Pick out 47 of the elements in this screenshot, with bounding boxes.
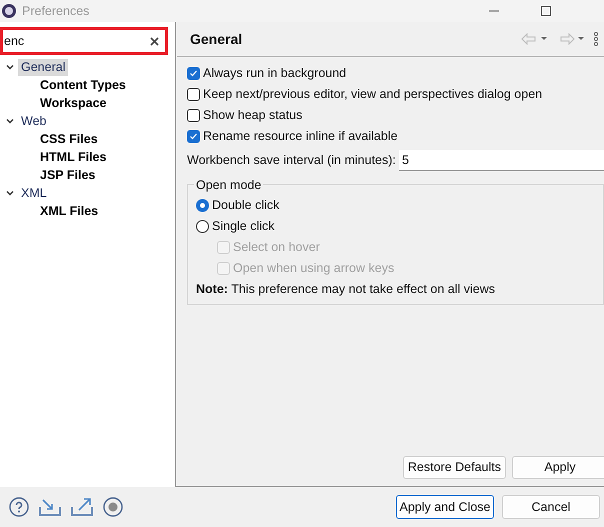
- maximize-icon[interactable]: [540, 5, 552, 17]
- check-icon: [189, 69, 198, 78]
- radio-label: Double click: [212, 197, 280, 214]
- tree-item[interactable]: JSP Files: [37, 166, 98, 184]
- back-icon[interactable]: [521, 33, 547, 45]
- tree-item[interactable]: XML: [18, 184, 50, 202]
- option-label: Open when using arrow keys: [233, 260, 394, 278]
- page-button[interactable]: Apply: [512, 456, 604, 479]
- page-button[interactable]: Restore Defaults: [402, 456, 506, 479]
- more-icon[interactable]: [593, 32, 599, 46]
- chevron-icon[interactable]: [5, 188, 15, 198]
- filter-field[interactable]: enc: [0, 27, 168, 55]
- radio-button[interactable]: [196, 199, 209, 212]
- dialog-button[interactable]: Apply and Close: [396, 495, 494, 519]
- forward-icon[interactable]: [559, 33, 585, 45]
- window-title: Preferences: [22, 2, 90, 20]
- clear-icon[interactable]: [150, 36, 159, 46]
- tree-item[interactable]: CSS Files: [37, 130, 101, 148]
- interval-label: Workbench save interval (in minutes):: [187, 152, 397, 169]
- option-label: Rename resource inline if available: [203, 128, 398, 146]
- interval-field[interactable]: 5: [399, 150, 604, 170]
- chevron-icon[interactable]: [5, 62, 15, 72]
- tree-item[interactable]: HTML Files: [37, 148, 110, 166]
- export-icon[interactable]: [71, 497, 93, 517]
- option-label: Keep next/previous editor, view and perspectives dialog open: [203, 86, 542, 104]
- chevron-icon[interactable]: [5, 116, 15, 126]
- import-icon[interactable]: [39, 497, 61, 517]
- help-icon[interactable]: [9, 497, 29, 517]
- checkbox[interactable]: [187, 88, 200, 101]
- option-label: Show heap status: [203, 107, 302, 124]
- tree-item[interactable]: XML Files: [37, 202, 102, 220]
- tree-item[interactable]: Workspace: [37, 94, 110, 112]
- radio-label: Single click: [212, 218, 275, 236]
- tree-item[interactable]: Web: [18, 112, 50, 130]
- checkbox[interactable]: [187, 109, 200, 122]
- radio-button[interactable]: [196, 220, 209, 233]
- tree-item[interactable]: Content Types: [37, 76, 129, 94]
- tree-item[interactable]: General: [18, 58, 68, 76]
- record-icon[interactable]: [103, 497, 123, 517]
- note-text: Note: This preference may not take effect on all views: [196, 281, 496, 298]
- checkbox[interactable]: [187, 67, 200, 80]
- checkbox[interactable]: [187, 130, 200, 143]
- page-title: General: [190, 30, 242, 48]
- option-label: Always run in background: [203, 65, 346, 82]
- option-label: Select on hover: [233, 239, 320, 256]
- dialog-button[interactable]: Cancel: [502, 495, 600, 519]
- check-icon: [189, 132, 198, 141]
